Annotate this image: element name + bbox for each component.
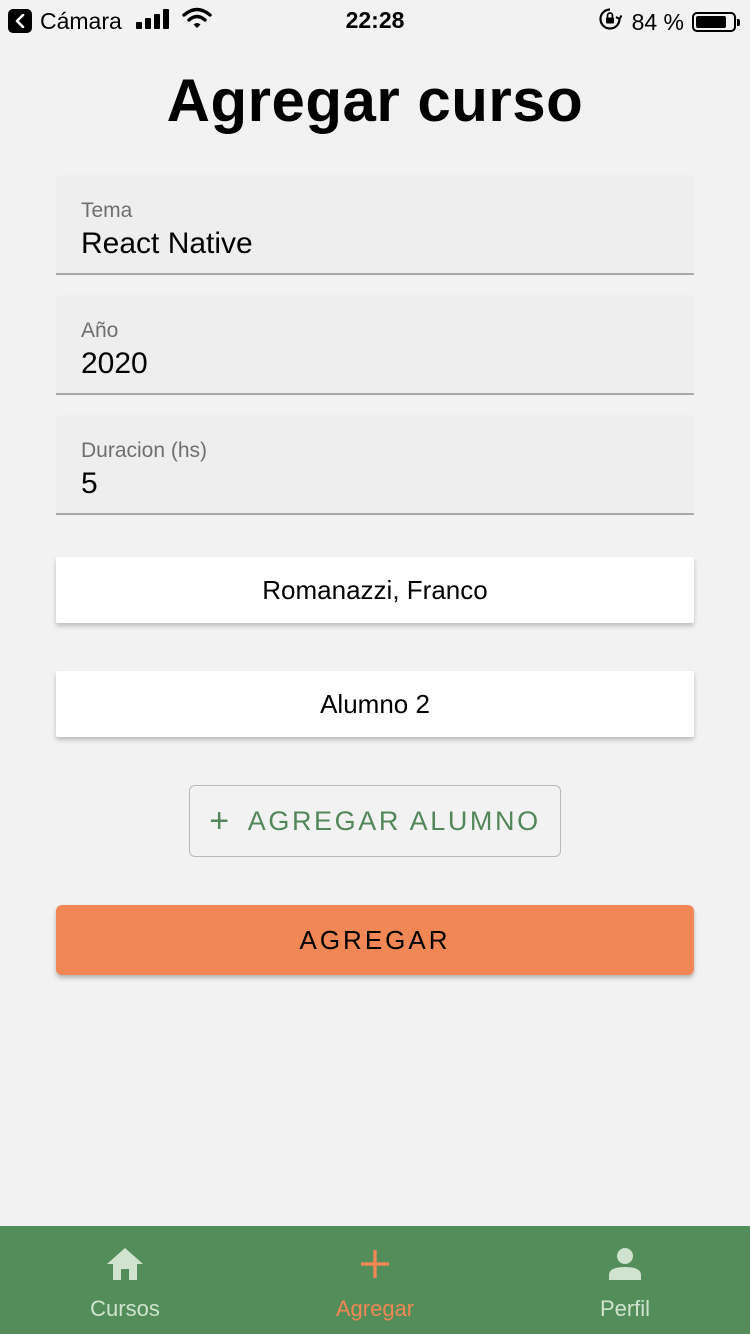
tab-bar: Cursos Agregar Perfil: [0, 1226, 750, 1334]
student-card[interactable]: Alumno 2: [56, 671, 694, 737]
home-icon: [106, 1244, 144, 1284]
page-title: Agregar curso: [166, 67, 584, 134]
anio-field[interactable]: Año: [56, 295, 694, 395]
screen: Cámara 22:28 84 % Agregar curso Tema Rea…: [0, 0, 750, 1334]
anio-label: Año: [81, 319, 119, 342]
tab-perfil[interactable]: Perfil: [500, 1226, 750, 1334]
add-student-button[interactable]: + AGREGAR ALUMNO: [189, 785, 561, 857]
tab-cursos[interactable]: Cursos: [0, 1226, 250, 1334]
student-card[interactable]: Romanazzi, Franco: [56, 557, 694, 623]
status-right: 84 %: [598, 7, 740, 37]
battery-icon: [692, 12, 740, 32]
anio-input[interactable]: [81, 347, 661, 381]
battery-level: [696, 16, 727, 28]
tema-field[interactable]: Tema: [56, 175, 694, 275]
add-student-label: AGREGAR ALUMNO: [247, 805, 541, 836]
rotation-lock-icon: [598, 7, 622, 37]
duracion-label: Duracion (hs): [81, 439, 208, 462]
tab-label: Perfil: [599, 1296, 651, 1321]
tab-agregar[interactable]: Agregar: [250, 1226, 500, 1334]
status-bar: Cámara 22:28 84 %: [0, 0, 750, 40]
duracion-field[interactable]: Duracion (hs): [56, 415, 694, 515]
battery-cap: [737, 19, 740, 26]
person-icon: [608, 1244, 642, 1284]
submit-label: AGREGAR: [299, 924, 451, 955]
tema-label: Tema: [81, 199, 133, 222]
submit-button[interactable]: AGREGAR: [56, 905, 694, 975]
tab-label: Cursos: [90, 1296, 160, 1321]
plus-icon: [360, 1244, 390, 1284]
tab-label: Agregar: [335, 1296, 415, 1321]
battery-percentage: 84 %: [631, 8, 684, 35]
tema-input[interactable]: [81, 227, 661, 261]
duracion-input[interactable]: [81, 467, 661, 501]
plus-icon: +: [209, 802, 232, 840]
